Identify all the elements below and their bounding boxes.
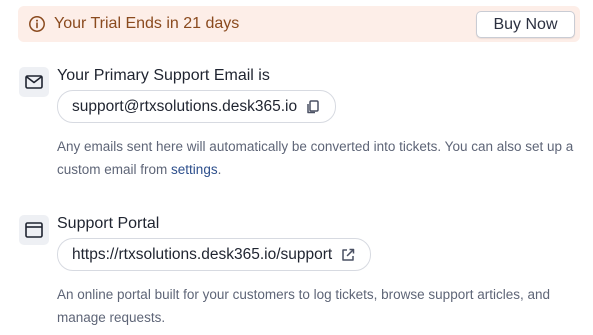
portal-section-title: Support Portal (57, 215, 160, 232)
external-link-icon[interactable] (340, 247, 356, 263)
trial-banner: Your Trial Ends in 21 days Buy Now (18, 6, 580, 42)
copy-icon[interactable] (305, 99, 321, 115)
email-section-title: Your Primary Support Email is (57, 67, 270, 84)
support-email-value[interactable]: support@rtxsolutions.desk365.io (72, 98, 297, 116)
settings-link[interactable]: settings (171, 162, 218, 177)
browser-window-icon (19, 215, 49, 245)
portal-url-value[interactable]: https://rtxsolutions.desk365.io/support (72, 246, 332, 264)
portal-section-description: An online portal built for your customer… (57, 287, 550, 325)
buy-now-button[interactable]: Buy Now (476, 11, 575, 38)
mail-icon (19, 67, 49, 97)
info-icon (28, 15, 46, 33)
email-section-description: Any emails sent here will automatically … (57, 135, 585, 181)
portal-url-pill: https://rtxsolutions.desk365.io/support (57, 238, 372, 271)
email-description-text: Any emails sent here will automatically … (57, 139, 574, 177)
support-email-pill: support@rtxsolutions.desk365.io (57, 90, 337, 123)
email-description-suffix: . (217, 162, 222, 177)
trial-text: Your Trial Ends in 21 days (54, 15, 240, 32)
